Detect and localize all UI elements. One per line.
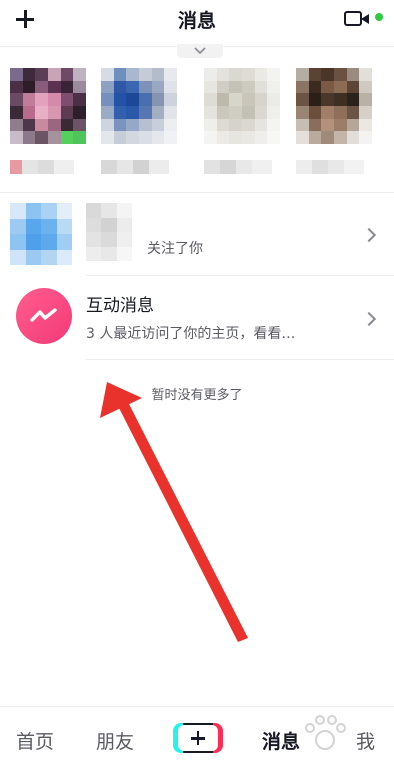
row-divider: [86, 359, 394, 360]
create-plus-icon[interactable]: [173, 723, 223, 753]
avatar: [10, 68, 86, 144]
tab-friends[interactable]: 朋友: [96, 727, 134, 754]
message-preview: 关注了你: [147, 241, 203, 257]
paw-watermark-icon: [305, 715, 346, 750]
friend-name-blurred: [204, 160, 272, 174]
friend-name-blurred: [296, 160, 364, 174]
friends-story-row: [0, 68, 394, 180]
chevron-down-icon: [194, 47, 206, 55]
top-bar: 消息: [0, 0, 394, 44]
avatar: [101, 68, 177, 144]
avatar: [10, 203, 72, 265]
end-of-list-notice: 暂时没有更多了: [151, 388, 243, 403]
message-preview: 3 人最近访问了你的主页，看看…: [86, 326, 296, 342]
conversation-title: 互动消息: [86, 296, 154, 316]
row-divider: [86, 275, 394, 276]
follower-message-row[interactable]: 关注了你: [0, 193, 394, 277]
lightning-zigzag-icon: [30, 308, 57, 322]
interaction-message-row[interactable]: 互动消息 3 人最近访问了你的主页，看看…: [0, 277, 394, 361]
annotation-arrow-shaft: [118, 402, 248, 642]
avatar: [204, 68, 280, 144]
sender-name-blurred: [86, 203, 132, 261]
video-camera-icon[interactable]: [344, 8, 386, 30]
tab-messages[interactable]: 消息: [262, 727, 300, 754]
online-status-dot: [375, 13, 383, 21]
interaction-bubble-icon: [16, 288, 72, 344]
friend-name-blurred: [101, 160, 169, 174]
expand-handle[interactable]: [177, 44, 223, 58]
camera-body: [344, 11, 362, 26]
friend-name-blurred: [10, 160, 74, 174]
page-title: 消息: [177, 10, 216, 32]
tab-home[interactable]: 首页: [16, 727, 54, 754]
create-button-face: [178, 725, 218, 751]
chevron-right-icon: [361, 311, 377, 327]
chevron-right-icon: [361, 227, 377, 243]
avatar: [296, 68, 372, 144]
tab-me[interactable]: 我: [356, 727, 375, 754]
camera-lens: [361, 14, 369, 24]
